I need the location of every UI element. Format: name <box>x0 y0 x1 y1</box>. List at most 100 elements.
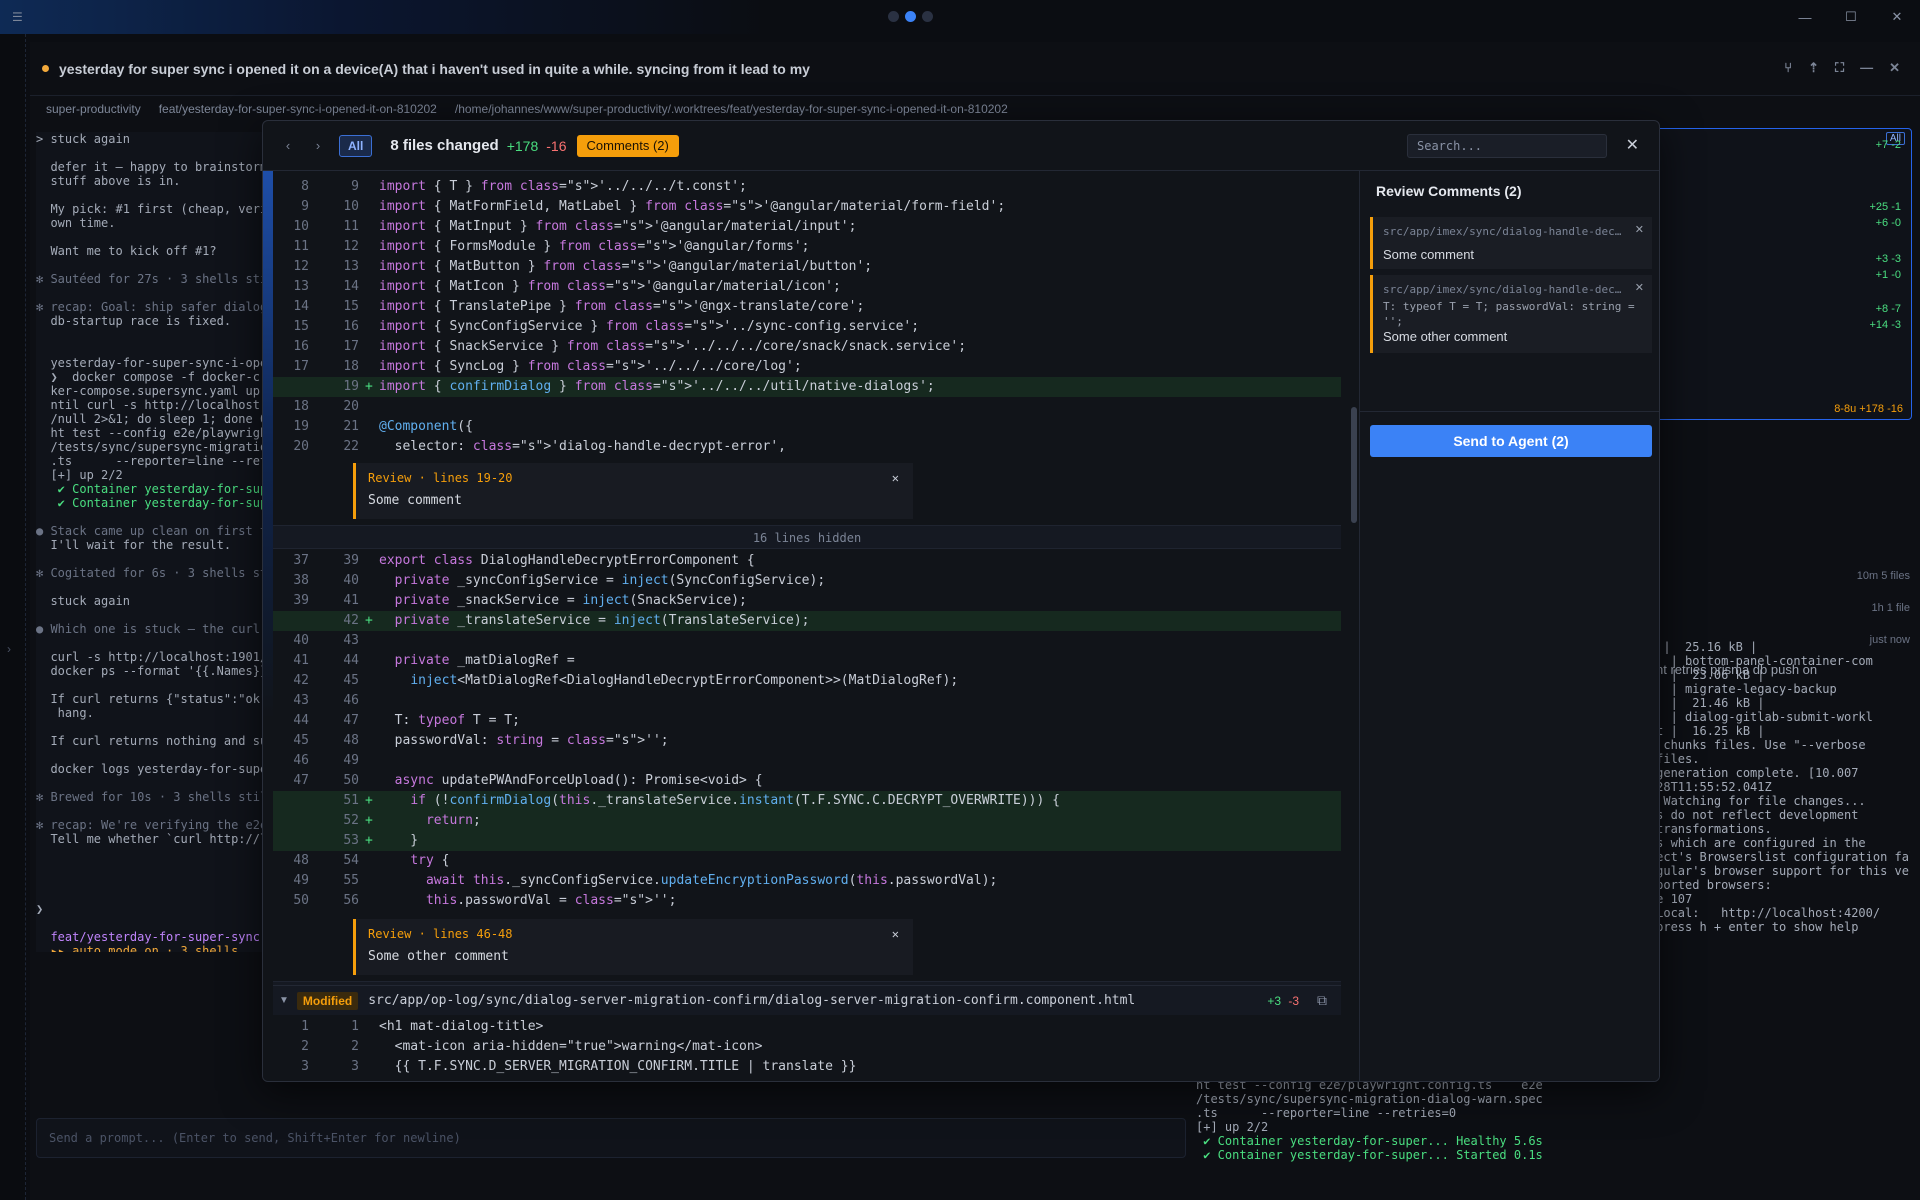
inline-review-comment[interactable]: Review · lines 46-48 Some other comment ✕ <box>353 919 913 975</box>
code-text: } <box>379 833 419 848</box>
close-window-icon[interactable]: ✕ <box>1874 0 1920 34</box>
comment-card[interactable]: src/app/imex/sync/dialog-handle-decrypt-… <box>1370 275 1652 353</box>
file2-code[interactable]: 1 1 <h1 mat-dialog-title> 2 2 <mat-icon aria… <box>273 1015 1341 1081</box>
code-line[interactable]: 16 17 import { SnackService } from class="… <box>273 337 1341 357</box>
remove-review-icon[interactable]: ✕ <box>892 927 899 941</box>
code-line[interactable]: 49 55 await this._syncConfigService.updat… <box>273 871 1341 891</box>
comment-file-path: src/app/imex/sync/dialog-handle-decrypt-… <box>1383 283 1623 296</box>
prompt-input[interactable]: Send a prompt... (Enter to send, Shift+E… <box>36 1118 1186 1158</box>
code-text: import { confirmDialog } from class="s">… <box>379 379 935 394</box>
code-line[interactable]: 17 18 import { SyncLog } from class="s">'.… <box>273 357 1341 377</box>
new-line-number: 41 <box>343 593 359 608</box>
code-line[interactable]: 12 13 import { MatButton } from class="s">… <box>273 257 1341 277</box>
remove-review-icon[interactable]: ✕ <box>892 471 899 485</box>
code-line[interactable]: 19 21 @Component({ <box>273 417 1341 437</box>
added-code-line[interactable]: 51 + if (!confirmDialog(this._translateSe… <box>273 791 1341 811</box>
dev-server-terminal[interactable]: | 25.16 kB | .js | bottom-panel-container… <box>1620 640 1910 1090</box>
fullscreen-icon[interactable]: ⛶ <box>1835 60 1844 76</box>
added-code-line[interactable]: 42 + private _translateService = inject(T… <box>273 611 1341 631</box>
code-line[interactable]: 14 15 import { TranslatePipe } from class=… <box>273 297 1341 317</box>
terminal-line: ❯ <box>36 902 44 916</box>
code-line[interactable]: 41 44 private _matDialogRef = <box>273 651 1341 671</box>
added-code-line[interactable]: 53 + } <box>273 831 1341 851</box>
code-line[interactable]: 11 12 import { FormsModule } from class="s… <box>273 237 1341 257</box>
code-line[interactable]: 18 20 <box>273 397 1341 417</box>
left-rail: › <box>0 34 26 1200</box>
send-to-agent-button[interactable]: Send to Agent (2) <box>1370 425 1652 457</box>
code-line[interactable]: 48 54 try { <box>273 851 1341 871</box>
code-line[interactable]: 3 3 {{ T.F.SYNC.D_SERVER_MIGRATION_CONFIR… <box>273 1057 1341 1077</box>
code-line[interactable]: 13 14 import { MatIcon } from class="s">'@… <box>273 277 1341 297</box>
diff-marker: + <box>365 793 373 808</box>
code-line[interactable]: 43 46 <box>273 691 1341 711</box>
scrollbar-thumb[interactable] <box>1351 407 1357 523</box>
branch-icon[interactable]: ⑂ <box>1784 60 1792 76</box>
hidden-lines-expander[interactable]: 16 lines hidden <box>273 525 1341 549</box>
terminal-line: If curl returns nothing and su <box>36 734 268 748</box>
files-changed-count: 8 files changed <box>390 137 499 154</box>
minimize-panel-icon[interactable]: — <box>1860 60 1873 76</box>
session-list-item[interactable]: 10m 5 files <box>1857 570 1910 582</box>
code-line[interactable]: 47 50 async updatePWAndForceUpload(): Pro… <box>273 771 1341 791</box>
review-body: Some comment <box>368 493 462 508</box>
workspace-dot[interactable] <box>922 11 933 22</box>
terminal-line: If curl returns {"status":"ok" <box>36 692 268 706</box>
sidebar-toggle-icon[interactable]: ☰ <box>12 10 26 24</box>
remove-comment-icon[interactable]: ✕ <box>1635 223 1644 236</box>
code-line[interactable]: 44 47 T: typeof T = T; <box>273 711 1341 731</box>
all-files-button[interactable]: All <box>339 134 373 157</box>
code-line[interactable]: 50 56 this.passwordVal = class="s">''; <box>273 891 1341 911</box>
code-text: import { MatButton } from class="s">'@an… <box>379 259 873 274</box>
code-line[interactable]: 42 45 inject<MatDialogRef<DialogHandleDec… <box>273 671 1341 691</box>
open-external-icon[interactable]: ⧉ <box>1317 992 1327 1009</box>
code-line[interactable]: 46 49 <box>273 751 1341 771</box>
remove-comment-icon[interactable]: ✕ <box>1635 281 1644 294</box>
code-line[interactable]: 45 48 passwordVal: string = class="s">''; <box>273 731 1341 751</box>
next-file-icon[interactable]: › <box>307 135 329 157</box>
close-session-icon[interactable]: ✕ <box>1889 60 1900 76</box>
code-line[interactable]: 38 40 private _syncConfigService = inject… <box>273 571 1341 591</box>
code-line[interactable]: 2 2 <mat-icon aria-hidden="true">warning<… <box>273 1037 1341 1057</box>
old-line-number: 2 <box>301 1039 309 1054</box>
comments-button[interactable]: Comments (2) <box>576 134 679 157</box>
old-line-number: 42 <box>293 673 309 688</box>
diff-marker: + <box>365 813 373 828</box>
expand-icon[interactable]: › <box>7 642 11 656</box>
code-line[interactable]: 8 9 import { T } from class="s">'../../../… <box>273 177 1341 197</box>
code-line[interactable]: 40 43 <box>273 631 1341 651</box>
code-line[interactable]: 39 41 private _snackService = inject(Snac… <box>273 591 1341 611</box>
added-code-line[interactable]: 52 + return; <box>273 811 1341 831</box>
collapse-caret-icon[interactable]: ▼ <box>279 995 289 1006</box>
inline-review-comment[interactable]: Review · lines 19-20 Some comment ✕ <box>353 463 913 519</box>
upload-icon[interactable]: ⇡ <box>1808 60 1819 76</box>
new-line-number: 17 <box>343 339 359 354</box>
code-line[interactable]: 20 22 selector: class="s">'dialog-handle-… <box>273 437 1341 457</box>
code-line[interactable]: 10 11 import { MatInput } from class="s">'… <box>273 217 1341 237</box>
file-change-stat: +8 -7 <box>1875 303 1901 315</box>
search-input[interactable]: Search... <box>1407 134 1607 158</box>
review-comments-title: Review Comments (2) <box>1376 183 1522 199</box>
code-text: async updatePWAndForceUpload(): Promise<… <box>394 773 763 788</box>
workspace-dot[interactable] <box>888 11 899 22</box>
new-line-number: 47 <box>343 713 359 728</box>
new-line-number: 46 <box>343 693 359 708</box>
session-list-item[interactable]: 1h 1 file <box>1871 602 1910 614</box>
added-code-line[interactable]: 19 + import { confirmDialog } from class="… <box>273 377 1341 397</box>
workspace-dot-active[interactable] <box>905 11 916 22</box>
prev-file-icon[interactable]: ‹ <box>277 135 299 157</box>
comment-card[interactable]: src/app/imex/sync/dialog-handle-decrypt-… <box>1370 217 1652 269</box>
agent-terminal[interactable]: > stuck again defer it — happy to brains… <box>36 132 268 952</box>
close-modal-icon[interactable]: ✕ <box>1626 135 1639 155</box>
maximize-icon[interactable]: ☐ <box>1828 0 1874 34</box>
diff-code-pane[interactable]: 8 9 import { T } from class="s">'../../../… <box>273 171 1341 1081</box>
code-line[interactable]: 37 39 export class DialogHandleDecryptErro… <box>273 551 1341 571</box>
terminal-line: .ts --reporter=line --ret <box>36 454 268 468</box>
test-terminal[interactable]: ht test --config e2e/playwright.config.t… <box>1196 1078 1556 1188</box>
code-line[interactable]: 9 10 import { MatFormField, MatLabel } fro… <box>273 197 1341 217</box>
minimize-icon[interactable]: — <box>1782 0 1828 34</box>
code-line[interactable]: 1 1 <h1 mat-dialog-title> <box>273 1017 1341 1037</box>
scrollbar[interactable] <box>1351 177 1357 1077</box>
code-line[interactable]: 15 16 import { SyncConfigService } from cl… <box>273 317 1341 337</box>
file-header[interactable]: ▼ Modified src/app/op-log/sync/dialog-se… <box>273 985 1341 1015</box>
